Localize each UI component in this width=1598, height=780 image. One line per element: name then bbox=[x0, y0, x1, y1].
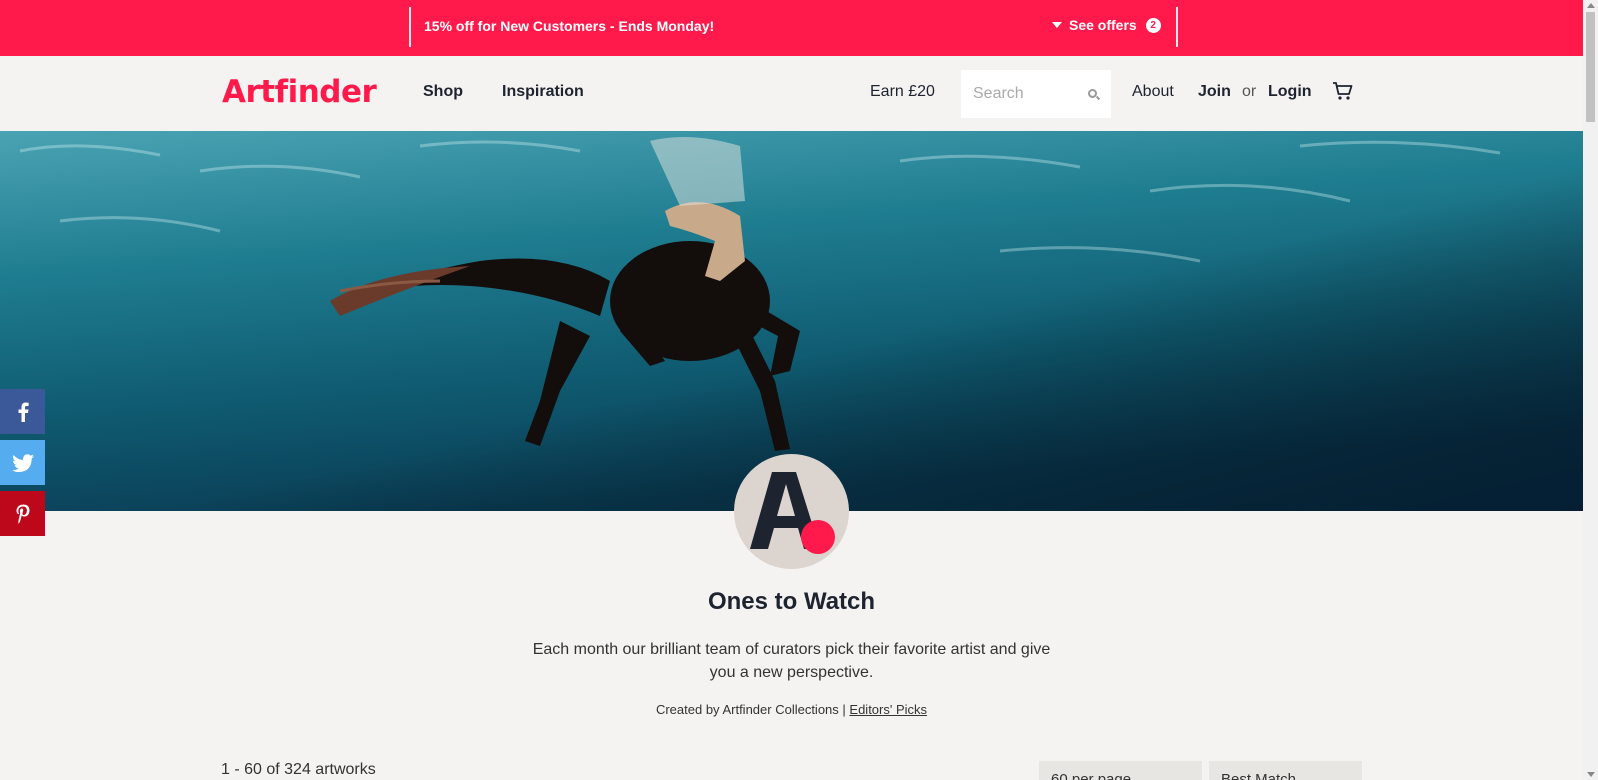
join-link[interactable]: Join bbox=[1198, 83, 1231, 101]
collection-title: Ones to Watch bbox=[707, 588, 876, 615]
see-offers-label: See offers bbox=[1069, 17, 1137, 33]
search-icon[interactable] bbox=[1088, 89, 1097, 98]
about-link[interactable]: About bbox=[1132, 83, 1174, 101]
pinterest-share-button[interactable] bbox=[0, 491, 45, 536]
search-input[interactable] bbox=[961, 70, 1071, 118]
cart-icon[interactable] bbox=[1332, 80, 1354, 102]
collection-description: Each month our brilliant team of curator… bbox=[532, 641, 1051, 681]
scroll-down-arrow[interactable] bbox=[1587, 772, 1595, 777]
nav-inspiration[interactable]: Inspiration bbox=[502, 83, 584, 101]
search-box bbox=[961, 70, 1111, 118]
facebook-share-button[interactable] bbox=[0, 389, 45, 434]
sort-select[interactable]: Best Match bbox=[1209, 761, 1362, 780]
collection-avatar bbox=[734, 454, 849, 569]
promo-text: 15% off for New Customers - Ends Monday! bbox=[424, 18, 715, 34]
promo-divider-left bbox=[409, 7, 411, 47]
scroll-thumb[interactable] bbox=[1586, 12, 1595, 122]
editors-picks-link[interactable]: Editors' Picks bbox=[849, 702, 927, 717]
site-header: Artfinder Shop Inspiration Earn £20 Abou… bbox=[0, 56, 1583, 131]
see-offers-button[interactable]: See offers 2 bbox=[1052, 17, 1161, 33]
results-count: 1 - 60 of 324 artworks bbox=[221, 761, 376, 778]
page-scrollbar[interactable] bbox=[1583, 0, 1598, 780]
earn-link[interactable]: Earn £20 bbox=[870, 83, 935, 101]
offers-count-badge: 2 bbox=[1145, 17, 1161, 33]
promo-banner: 15% off for New Customers - Ends Monday!… bbox=[0, 0, 1583, 56]
login-link[interactable]: Login bbox=[1268, 83, 1312, 101]
credit-prefix: Created by Artfinder Collections | bbox=[655, 702, 846, 717]
scroll-up-arrow[interactable] bbox=[1587, 3, 1595, 8]
facebook-icon bbox=[18, 402, 29, 422]
pinterest-icon bbox=[16, 504, 29, 523]
twitter-share-button[interactable] bbox=[0, 440, 45, 485]
twitter-icon bbox=[11, 453, 34, 472]
or-text: or bbox=[1242, 83, 1257, 100]
artfinder-logo[interactable]: Artfinder bbox=[222, 74, 377, 110]
collection-credit: Created by Artfinder Collections | Edito… bbox=[0, 702, 1583, 717]
nav-shop[interactable]: Shop bbox=[423, 83, 463, 101]
promo-divider-right bbox=[1176, 7, 1178, 47]
caret-down-icon bbox=[1052, 22, 1062, 28]
artfinder-a-logo bbox=[750, 472, 835, 554]
per-page-select[interactable]: 60 per page bbox=[1039, 761, 1202, 780]
